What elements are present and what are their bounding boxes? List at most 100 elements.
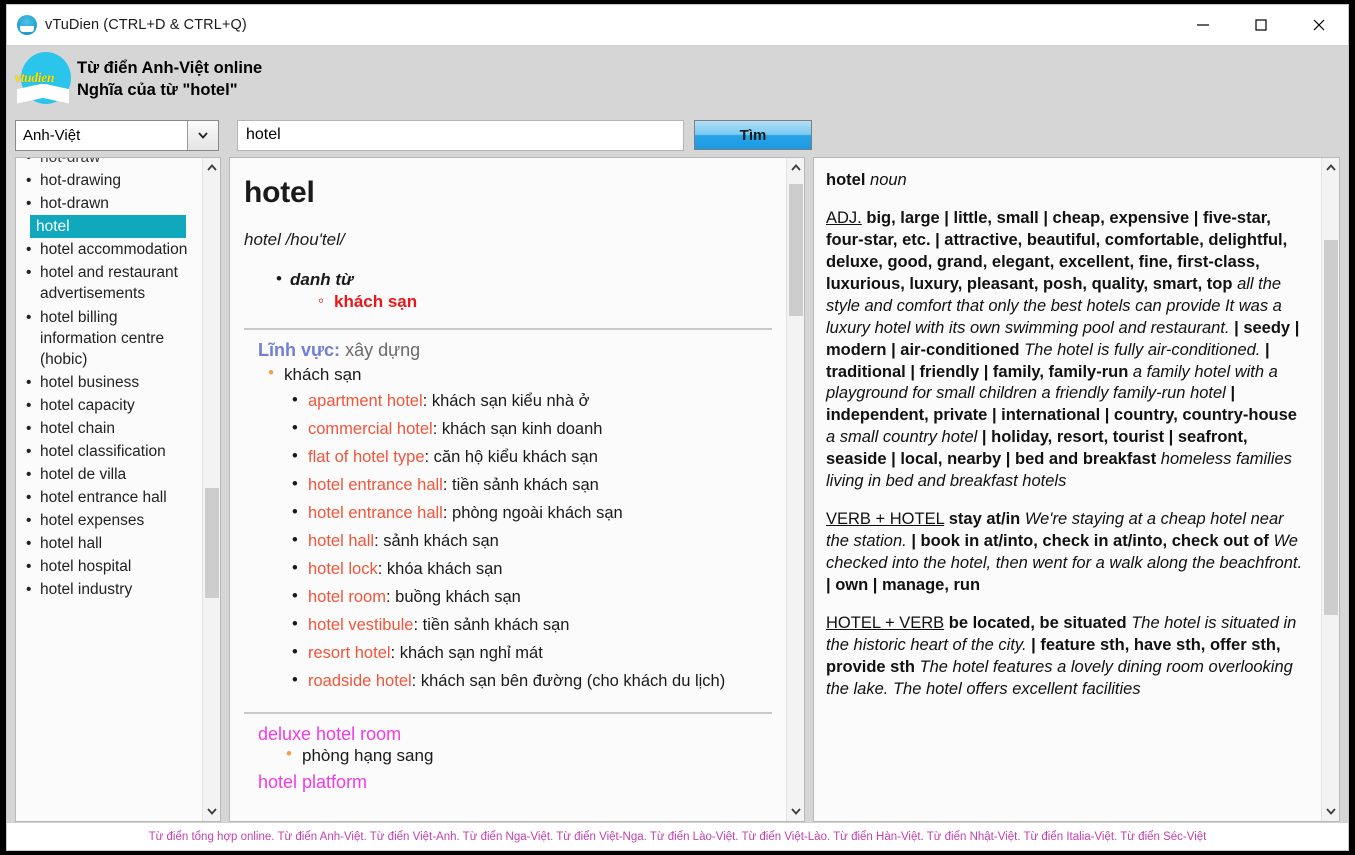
list-item[interactable]: hotel and restaurant advertisements	[24, 261, 198, 305]
list-item[interactable]: hot-drawing	[24, 169, 198, 192]
scrollbar-thumb[interactable]	[1324, 240, 1338, 615]
collocation-en[interactable]: hotel hall	[308, 532, 374, 550]
close-icon	[1313, 19, 1325, 30]
subentry-title[interactable]: hotel platform	[258, 772, 772, 793]
collocation-vi: sảnh khách sạn	[383, 532, 499, 551]
collocation-en[interactable]: commercial hotel	[308, 420, 433, 438]
list-item[interactable]: hot-draw	[24, 158, 198, 169]
list-item[interactable]: hotel business	[24, 371, 198, 394]
collocation-en[interactable]: flat of hotel type	[308, 448, 425, 466]
list-item[interactable]: hot-drawn	[24, 192, 198, 215]
window-title: vTuDien (CTRL+D & CTRL+Q)	[45, 16, 247, 33]
collocation-vi: khách sạn bên đường (cho khách du lịch)	[420, 672, 726, 691]
collocation-en[interactable]: resort hotel	[308, 644, 391, 662]
title-bar: vTuDien (CTRL+D & CTRL+Q)	[7, 5, 1348, 45]
maximize-icon	[1255, 18, 1267, 31]
adj-body-1: big, large | little, small | cheap, expe…	[826, 208, 1288, 293]
divider	[244, 711, 772, 714]
entry-sense: khách sạn	[318, 291, 772, 312]
collocation-pane: hotel noun ADJ. big, large | little, sma…	[813, 157, 1340, 822]
scroll-up-icon[interactable]	[203, 158, 220, 178]
collocation-row[interactable]: resort hotel: khách sạn nghỉ mát	[292, 638, 772, 667]
maximize-button[interactable]	[1232, 5, 1290, 45]
scroll-down-icon[interactable]	[787, 801, 804, 821]
collocation-en[interactable]: roadside hotel	[308, 672, 412, 690]
verb-hotel-paragraph: VERB + HOTEL stay at/in We're staying at…	[826, 509, 1305, 597]
adj-italic-2: The hotel is fully air-conditioned.	[1024, 340, 1261, 359]
collocation-vi: tiền sảnh khách sạn	[452, 476, 599, 495]
collocation-vi: khách sạn kinh doanh	[441, 420, 603, 439]
collocation-vi: tiền sảnh khách sạn	[422, 616, 570, 635]
colloc-headword: hotel	[826, 171, 866, 189]
brand-line-2: Nghĩa của từ "hotel"	[77, 80, 238, 99]
collocation-scrollbar[interactable]	[1321, 158, 1339, 821]
list-item[interactable]: hotel classification	[24, 440, 198, 463]
collocation-vi: phòng ngoài khách sạn	[452, 504, 623, 523]
collocation-row[interactable]: hotel room: buồng khách sạn	[292, 582, 772, 611]
collocation-row[interactable]: hotel entrance hall: tiền sảnh khách sạn	[292, 470, 772, 499]
dictionary-select-value: Anh-Việt	[23, 126, 81, 144]
field-value: xây dựng	[345, 340, 421, 360]
dictionary-select[interactable]: Anh-Việt	[15, 119, 219, 151]
hotel-verb-body-1: be located, be situated	[948, 613, 1127, 632]
collocation-en[interactable]: hotel entrance hall	[308, 504, 443, 522]
adj-label: ADJ.	[826, 208, 862, 227]
scrollbar-thumb[interactable]	[205, 488, 219, 598]
subentry: deluxe hotel room phòng hạng sang hotel …	[258, 724, 772, 793]
content-panes: hot-draw hot-drawing hot-drawn hotel hot…	[7, 157, 1348, 822]
subentry-definition: phòng hạng sang	[286, 744, 772, 766]
collocation-en[interactable]: hotel vestibule	[308, 616, 414, 634]
collocation-vi: khóa khách sạn	[386, 560, 503, 579]
definition-scrollbar[interactable]	[786, 158, 804, 821]
collocation-row[interactable]: hotel vestibule: tiền sảnh khách sạn	[292, 610, 772, 639]
part-of-speech: danh từ	[276, 269, 772, 290]
field-head: khách sạn	[268, 363, 772, 385]
collocation-row[interactable]: hotel lock: khóa khách sạn	[292, 554, 772, 583]
search-input[interactable]: hotel	[237, 119, 684, 151]
find-button[interactable]: Tìm	[694, 120, 812, 150]
collocation-row[interactable]: commercial hotel: khách sạn kinh doanh	[292, 414, 772, 443]
collocation-row[interactable]: flat of hotel type: căn hộ kiểu khách sạ…	[292, 442, 772, 471]
list-item[interactable]: hotel entrance hall	[24, 486, 198, 509]
minimize-icon	[1197, 23, 1209, 26]
list-item[interactable]: hotel de villa	[24, 463, 198, 486]
field-line: Lĩnh vực: xây dựng	[258, 340, 772, 361]
adj-paragraph: ADJ. big, large | little, small | cheap,…	[826, 208, 1305, 493]
collocation-en[interactable]: hotel room	[308, 588, 386, 606]
collocation-en[interactable]: hotel entrance hall	[308, 476, 443, 494]
collocation-row[interactable]: roadside hotel: khách sạn bên đường (cho…	[292, 666, 772, 695]
collocation-en[interactable]: apartment hotel	[308, 392, 423, 410]
list-item[interactable]: hotel industry	[24, 578, 198, 601]
list-item[interactable]: hotel chain	[24, 417, 198, 440]
wordlist-body: hot-draw hot-drawing hot-drawn hotel hot…	[16, 158, 202, 821]
collocation-row[interactable]: hotel entrance hall: phòng ngoài khách s…	[292, 498, 772, 527]
list-item[interactable]: hotel hall	[24, 532, 198, 555]
collocation-row[interactable]: hotel hall: sảnh khách sạn	[292, 526, 772, 555]
status-bar: Từ điển tổng hợp online. Từ điển Anh-Việ…	[7, 822, 1348, 850]
verb-hotel-body-2: | book in at/into, check in at/into, che…	[911, 532, 1269, 551]
wordlist-pane: hot-draw hot-drawing hot-drawn hotel hot…	[15, 157, 221, 822]
collocation-en[interactable]: hotel lock	[308, 560, 378, 578]
wordlist[interactable]: hot-draw hot-drawing hot-drawn hotel hot…	[16, 158, 202, 602]
chevron-down-icon[interactable]	[187, 120, 218, 150]
wordlist-scrollbar[interactable]	[202, 158, 220, 821]
entry-headword: hotel	[244, 176, 315, 209]
collocation-vi: căn hộ kiểu khách sạn	[433, 448, 598, 467]
list-item[interactable]: hotel billing information centre (hobic)	[24, 306, 198, 371]
list-item-selected[interactable]: hotel	[30, 215, 186, 239]
scroll-up-icon[interactable]	[787, 158, 804, 178]
collocation-row[interactable]: apartment hotel: khách sạn kiểu nhà ở	[292, 386, 772, 415]
scroll-up-icon[interactable]	[1322, 158, 1339, 178]
scroll-down-icon[interactable]	[1322, 801, 1339, 821]
list-item[interactable]: hotel expenses	[24, 509, 198, 532]
list-item[interactable]: hotel capacity	[24, 394, 198, 417]
scrollbar-thumb[interactable]	[789, 184, 803, 316]
list-item[interactable]: hotel hospital	[24, 555, 198, 578]
subentry-title[interactable]: deluxe hotel room	[258, 724, 772, 745]
scroll-down-icon[interactable]	[203, 801, 220, 821]
logo-wordmark: vtudien	[15, 69, 55, 85]
close-button[interactable]	[1290, 5, 1348, 45]
collocation-body: hotel noun ADJ. big, large | little, sma…	[814, 158, 1321, 821]
minimize-button[interactable]	[1174, 5, 1232, 45]
list-item[interactable]: hotel accommodation	[24, 238, 198, 261]
